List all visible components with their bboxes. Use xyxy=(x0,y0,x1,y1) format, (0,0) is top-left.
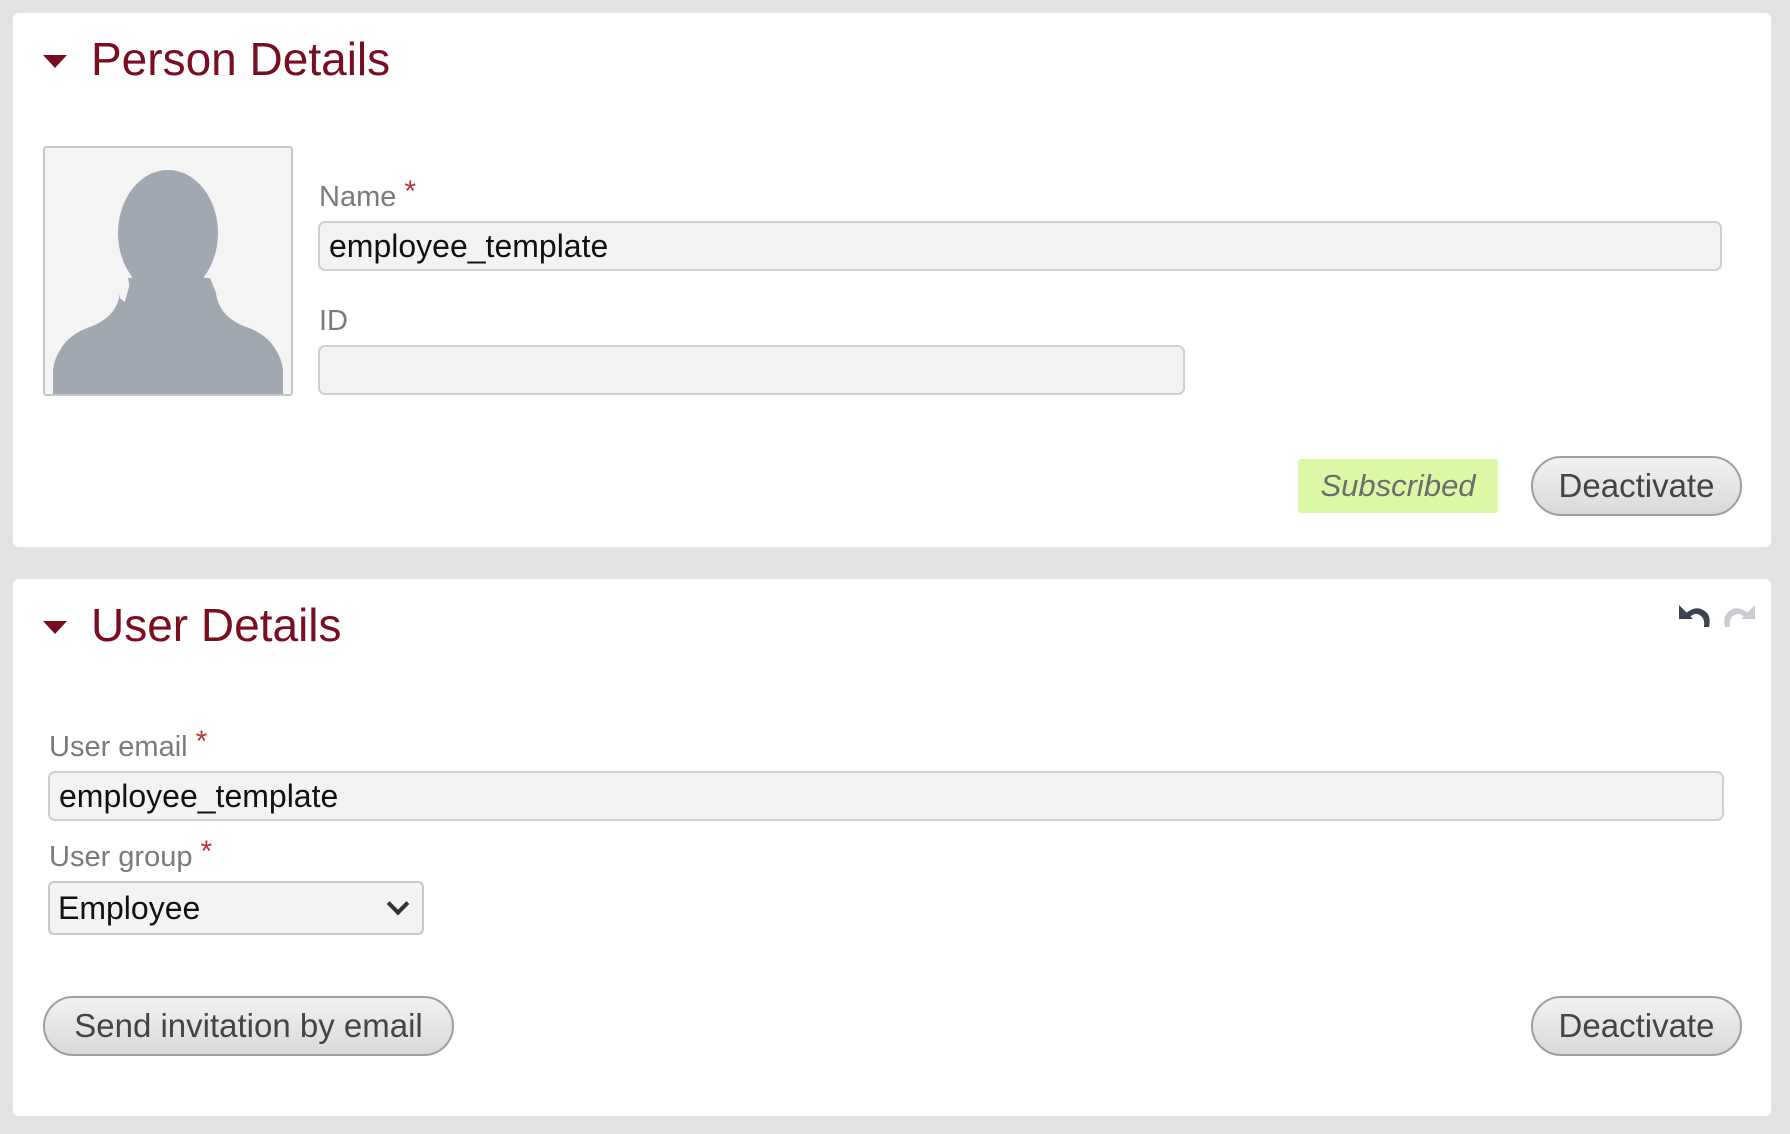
user-details-title: User Details xyxy=(91,599,342,651)
user-details-panel: User Details User email * employee_templ… xyxy=(13,579,1771,1116)
user-group-selected-value: Employee xyxy=(58,889,201,926)
name-input[interactable]: employee_template xyxy=(318,221,1722,271)
id-label: ID xyxy=(319,305,348,338)
name-label: Name * xyxy=(319,175,417,214)
required-marker: * xyxy=(404,175,417,208)
person-details-title: Person Details xyxy=(91,33,391,85)
send-invitation-button[interactable]: Send invitation by email xyxy=(43,996,454,1056)
id-input[interactable] xyxy=(318,345,1185,395)
person-details-panel: Person Details Name * employee_template … xyxy=(13,13,1771,547)
user-group-select[interactable]: Employee xyxy=(48,881,424,935)
required-marker: * xyxy=(195,725,208,758)
collapse-caret-icon[interactable] xyxy=(43,54,67,68)
person-details-header: Person Details xyxy=(43,31,390,87)
person-deactivate-button[interactable]: Deactivate xyxy=(1531,456,1742,516)
avatar-silhouette-icon xyxy=(53,170,283,394)
user-group-label-text: User group xyxy=(49,841,193,873)
name-label-text: Name xyxy=(319,181,397,213)
undo-icon[interactable] xyxy=(1673,601,1713,636)
redo-icon[interactable] xyxy=(1721,601,1761,636)
undo-redo-controls xyxy=(1673,601,1761,636)
user-details-header: User Details xyxy=(43,597,342,653)
required-marker: * xyxy=(200,835,213,868)
user-email-input[interactable]: employee_template xyxy=(48,771,1724,821)
chevron-down-icon xyxy=(386,892,410,916)
subscribed-status-badge: Subscribed xyxy=(1298,459,1498,513)
user-deactivate-button[interactable]: Deactivate xyxy=(1531,996,1742,1056)
user-email-label-text: User email xyxy=(49,731,188,763)
user-email-label: User email * xyxy=(49,725,208,764)
collapse-caret-icon[interactable] xyxy=(43,620,67,634)
id-label-text: ID xyxy=(319,305,348,337)
user-group-label: User group * xyxy=(49,835,213,874)
avatar[interactable] xyxy=(43,146,293,396)
